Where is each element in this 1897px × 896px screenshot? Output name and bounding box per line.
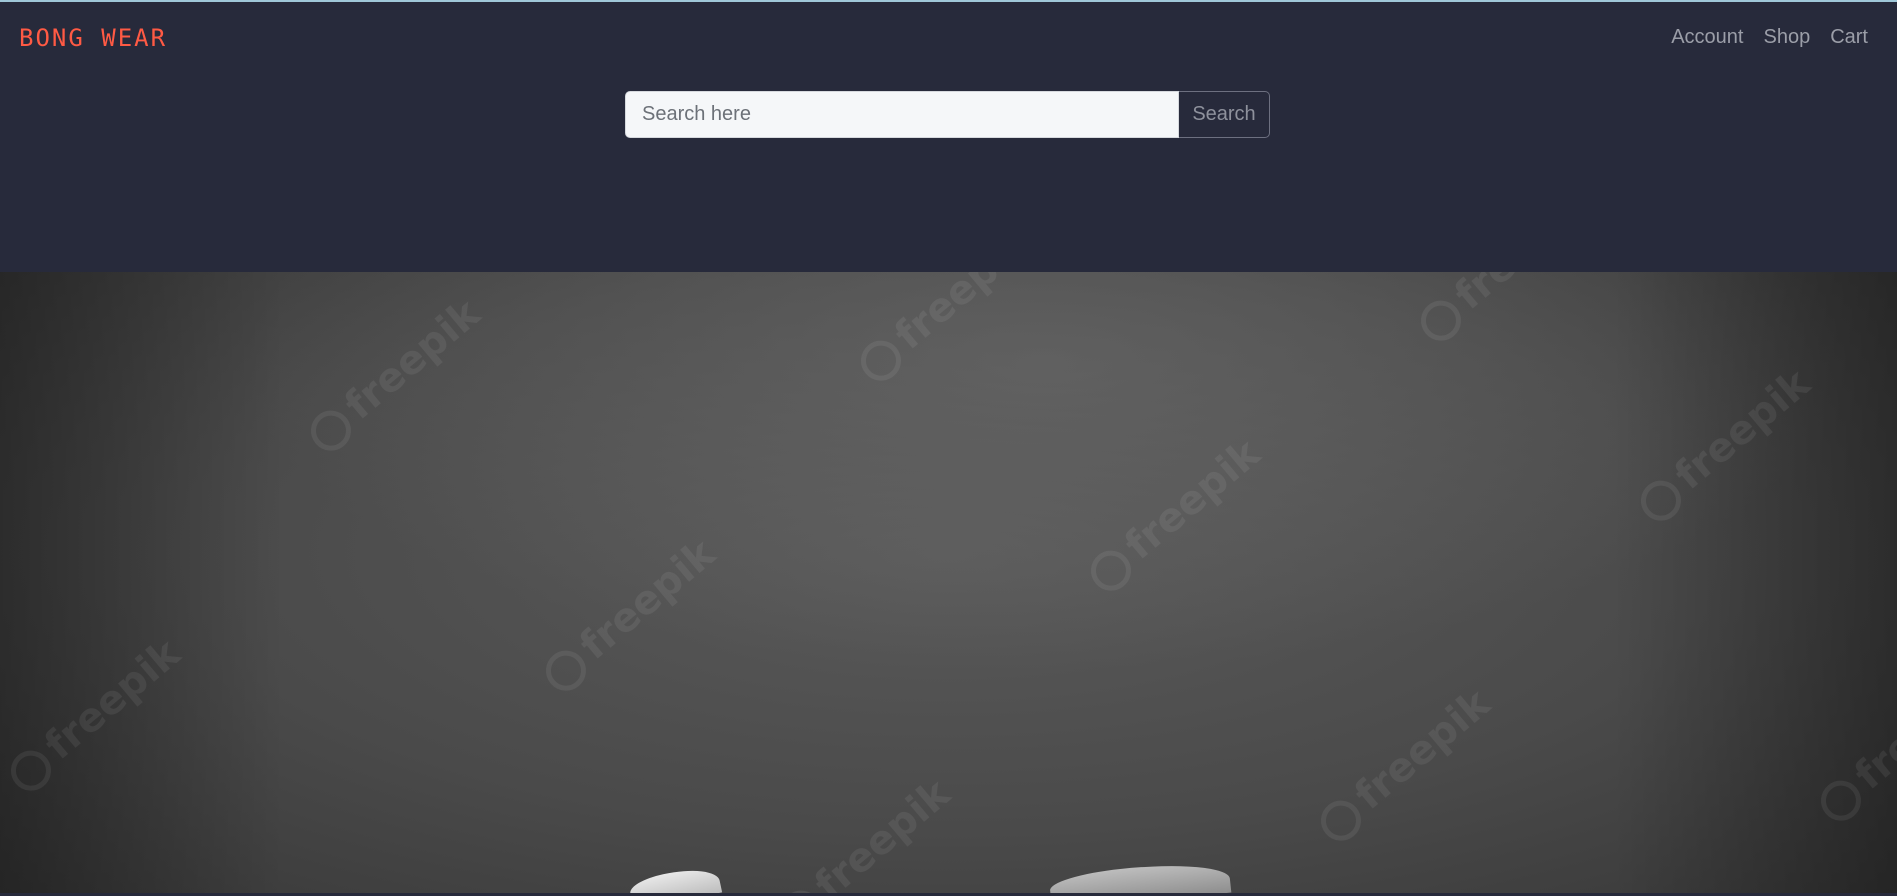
search-input[interactable] bbox=[625, 91, 1179, 138]
site-header: BONG WEAR Account Shop Cart Search bbox=[0, 2, 1897, 272]
brand-logo[interactable]: BONG WEAR bbox=[19, 24, 167, 52]
main-nav: Account Shop Cart bbox=[1671, 26, 1868, 49]
search-form: Search bbox=[625, 91, 1270, 138]
nav-cart-link[interactable]: Cart bbox=[1830, 26, 1868, 49]
nav-account-link[interactable]: Account bbox=[1671, 26, 1743, 49]
hero-banner-image: freepik freepik freepik freepik freepik … bbox=[0, 272, 1897, 893]
nav-shop-link[interactable]: Shop bbox=[1763, 26, 1810, 49]
hero-vignette bbox=[0, 272, 1897, 893]
search-button[interactable]: Search bbox=[1179, 91, 1270, 138]
page: BONG WEAR Account Shop Cart Search freep… bbox=[0, 0, 1897, 896]
